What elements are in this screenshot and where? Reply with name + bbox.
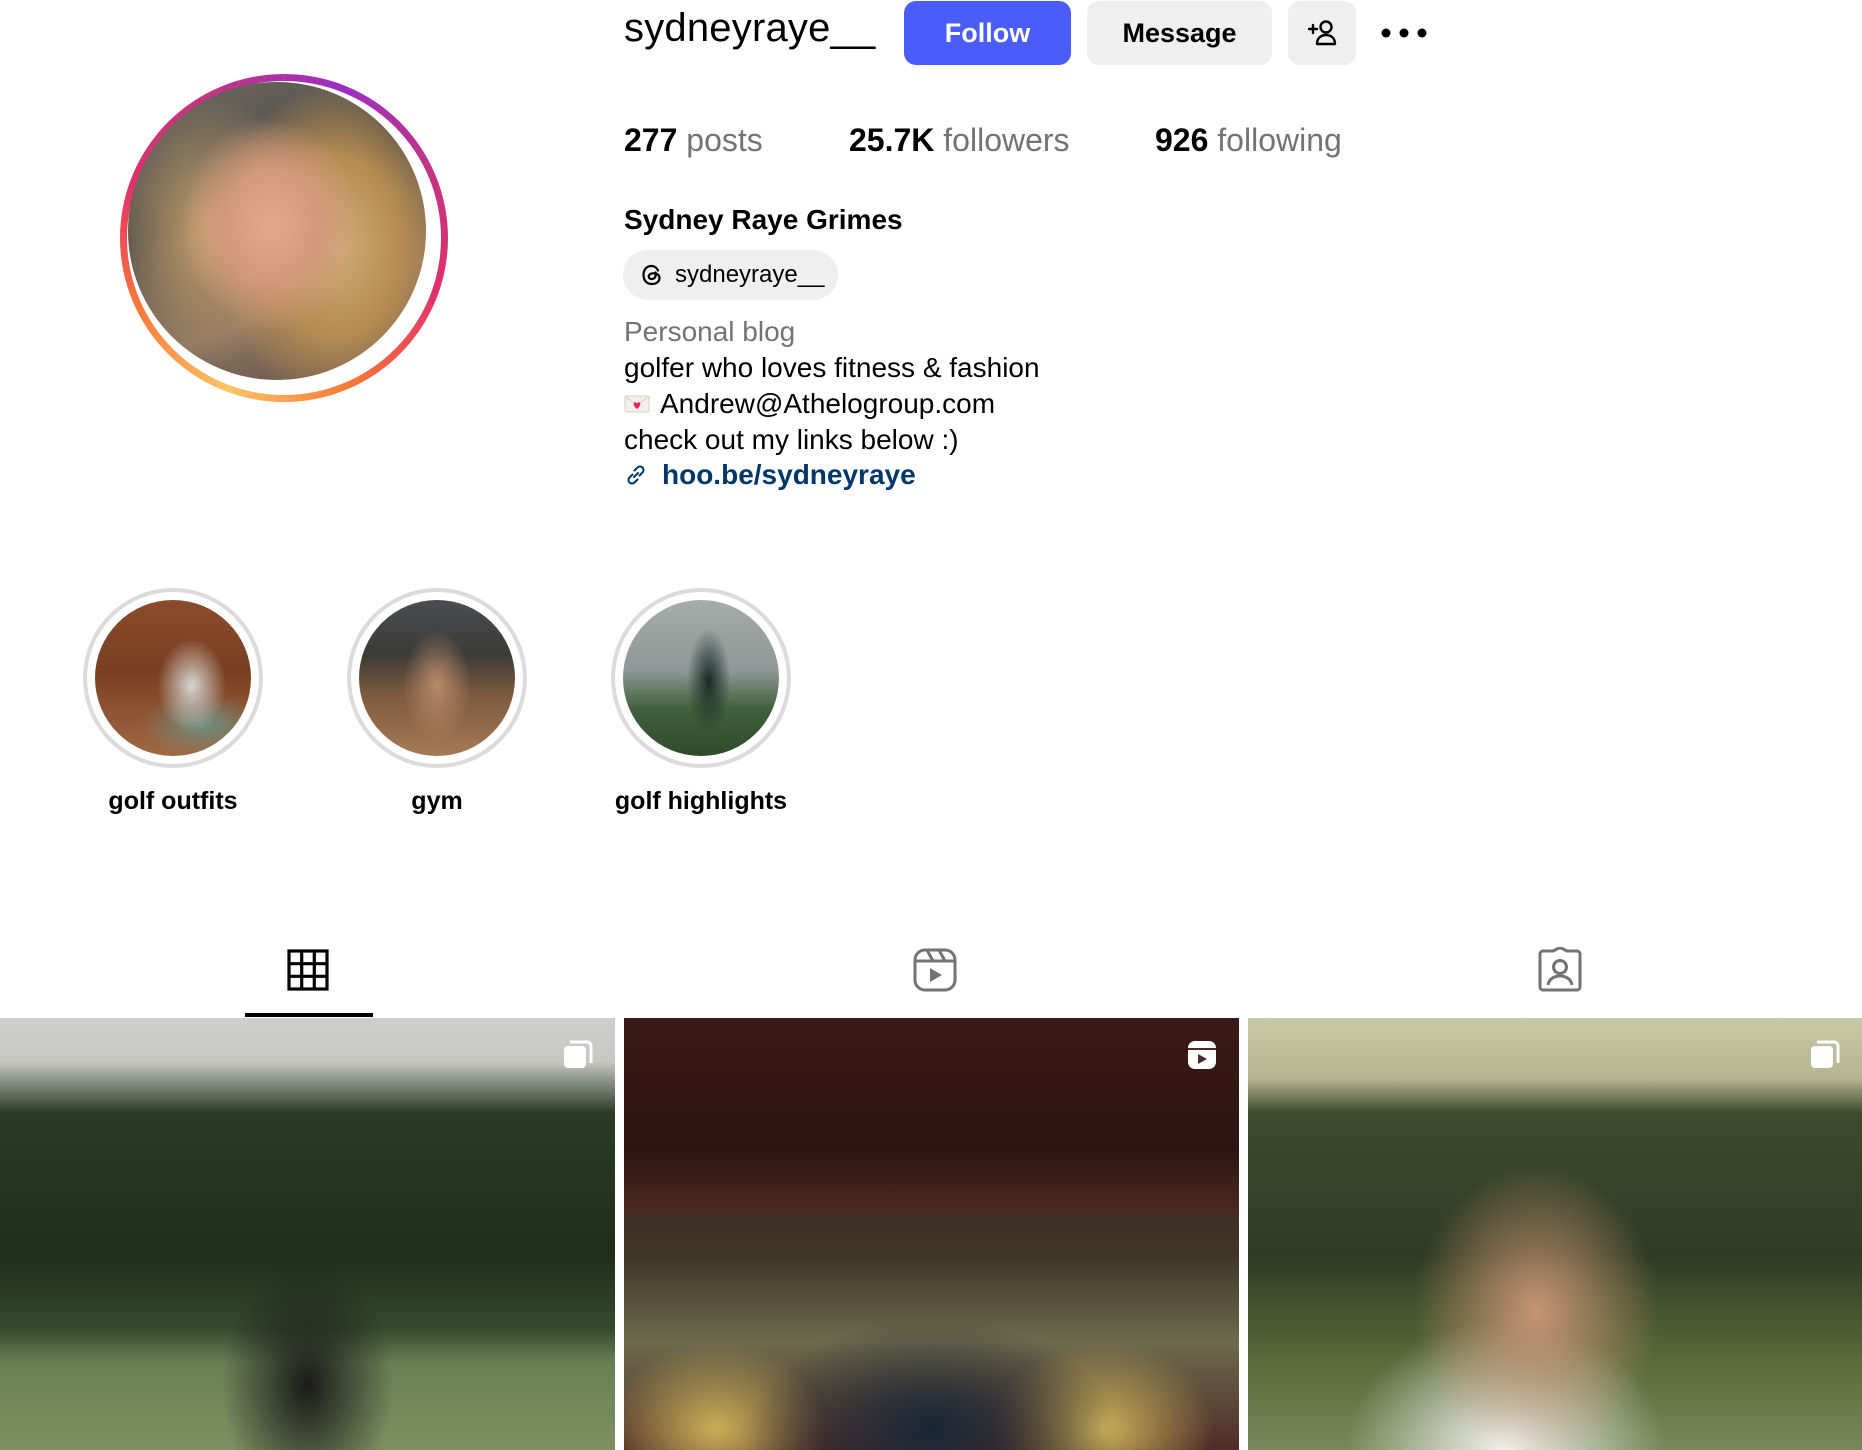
tab-tagged[interactable]: [1530, 940, 1590, 1000]
highlight-label: gym: [411, 787, 463, 815]
tab-posts[interactable]: [278, 940, 338, 1000]
follow-button[interactable]: Follow: [904, 1, 1071, 65]
following-count[interactable]: 926 following: [1155, 122, 1342, 159]
threads-icon: [642, 264, 661, 286]
grid-post[interactable]: [624, 1018, 1239, 1450]
followers-count-label: followers: [943, 122, 1070, 158]
reel-icon: [1188, 1041, 1216, 1069]
threads-handle: sydneyraye__: [675, 261, 825, 288]
tab-reels[interactable]: [905, 940, 965, 1000]
more-dots-icon: [1381, 28, 1427, 38]
carousel-icon: [1811, 1040, 1840, 1068]
bio-email: Andrew@Athelogroup.com: [660, 388, 996, 419]
carousel-icon: [564, 1040, 593, 1068]
highlight-label: golf outfits: [108, 787, 238, 815]
grid-icon: [287, 949, 329, 991]
grid-post[interactable]: [1248, 1018, 1862, 1450]
following-count-label: following: [1217, 122, 1342, 158]
reels-icon: [913, 948, 957, 992]
highlight-golf-outfits[interactable]: [83, 588, 263, 768]
followers-count[interactable]: 25.7K followers: [849, 122, 1070, 159]
add-user-icon: [1307, 20, 1337, 46]
love-letter-icon: [624, 395, 650, 413]
bio-line: check out my links below :): [624, 424, 959, 455]
full-name: Sydney Raye Grimes: [624, 204, 903, 235]
followers-count-value: 25.7K: [849, 122, 935, 158]
highlight-cover: [623, 600, 779, 756]
grid-post[interactable]: [0, 1018, 615, 1450]
profile-category: Personal blog: [624, 316, 796, 347]
avatar-photo: [128, 82, 426, 380]
following-count-value: 926: [1155, 122, 1209, 158]
link-icon: [627, 465, 645, 485]
bio-line: golfer who loves fitness & fashion: [624, 352, 1040, 383]
highlight-cover: [359, 600, 515, 756]
highlight-label: golf highlights: [614, 787, 788, 815]
suggest-user-button[interactable]: [1288, 1, 1356, 65]
bio-line-email: Andrew@Athelogroup.com: [624, 388, 995, 420]
profile-username: sydneyraye__: [624, 6, 876, 50]
highlight-gym[interactable]: [347, 588, 527, 768]
posts-count-label: posts: [686, 122, 763, 158]
profile-link-text: hoo.be/sydneyraye: [662, 459, 916, 490]
highlight-cover: [95, 600, 251, 756]
threads-badge[interactable]: sydneyraye__: [623, 250, 839, 300]
tagged-icon: [1538, 947, 1582, 992]
posts-count-value: 277: [624, 122, 678, 158]
active-tab-indicator: [245, 1013, 373, 1017]
profile-avatar[interactable]: [120, 74, 448, 402]
more-options-button[interactable]: [1376, 4, 1432, 62]
posts-count: 277 posts: [624, 122, 763, 159]
profile-link[interactable]: hoo.be/sydneyraye: [624, 459, 916, 491]
highlight-golf-highlights[interactable]: [611, 588, 791, 768]
message-button[interactable]: Message: [1087, 1, 1272, 65]
